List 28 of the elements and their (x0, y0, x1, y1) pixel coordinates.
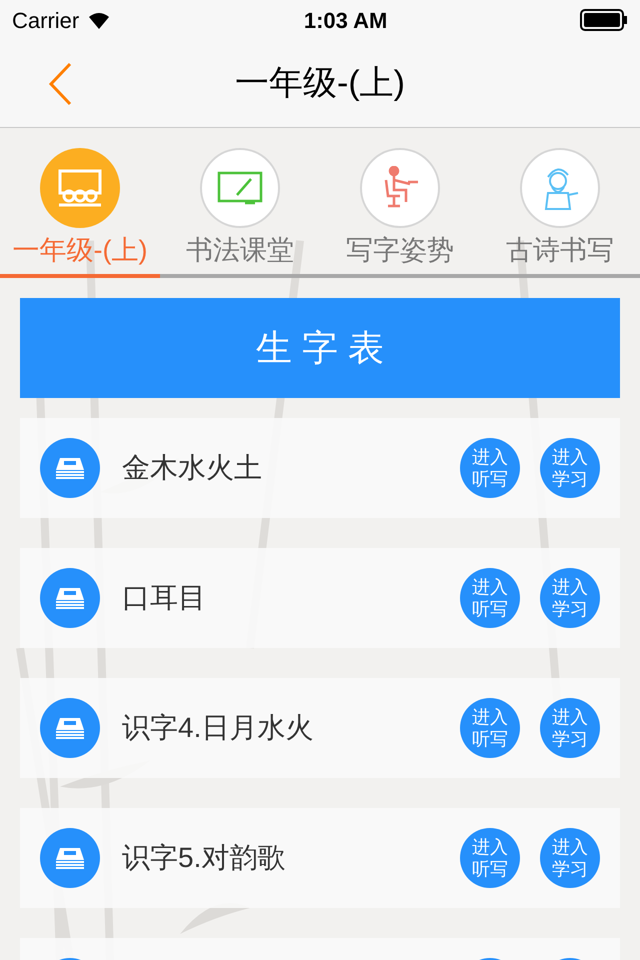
lesson-row[interactable]: 口耳目 进入听写 进入学习 (20, 548, 620, 648)
battery-icon (580, 9, 628, 31)
lesson-title: 识字4.日月水火 (122, 711, 314, 745)
enter-button[interactable]: 进入听写 (460, 828, 520, 888)
back-icon (48, 62, 72, 106)
enter-button[interactable]: 进入学习 (540, 438, 600, 498)
category-tab[interactable]: 一年级-(上) (0, 148, 160, 278)
lesson-title: 识字5.对韵歌 (122, 841, 286, 875)
section-title: 生 字 表 (256, 326, 384, 370)
wifi-icon (87, 11, 112, 29)
lesson-row[interactable]: 金木水火土 进入听写 进入学习 (20, 418, 620, 518)
carrier-label: Carrier (12, 6, 80, 34)
category-tab[interactable]: 书法课堂 (160, 148, 320, 278)
enter-button[interactable]: 进入听写 (460, 568, 520, 628)
lesson-title: 金木水火土 (122, 451, 262, 485)
enter-button[interactable]: 进入听写 (460, 698, 520, 758)
status-time: 1:03 AM (304, 6, 388, 34)
category-tab[interactable]: 古诗书写 (480, 148, 640, 278)
lesson-row[interactable]: 识字4.日月水火 进入听写 进入学习 (20, 678, 620, 778)
lesson-title: 口耳目 (122, 581, 206, 615)
enter-button[interactable]: 进入学习 (540, 698, 600, 758)
enter-button[interactable]: 进入听写 (460, 438, 520, 498)
chalkboard-icon (217, 171, 263, 205)
lesson-row[interactable]: 识字5.对韵歌 进入听写 进入学习 (20, 808, 620, 908)
nav-title: 一年级-(上) (235, 63, 405, 104)
enter-button[interactable]: 进入学习 (540, 568, 600, 628)
category-tab[interactable]: 写字姿势 (320, 148, 480, 278)
enter-button[interactable]: 进入学习 (540, 828, 600, 888)
